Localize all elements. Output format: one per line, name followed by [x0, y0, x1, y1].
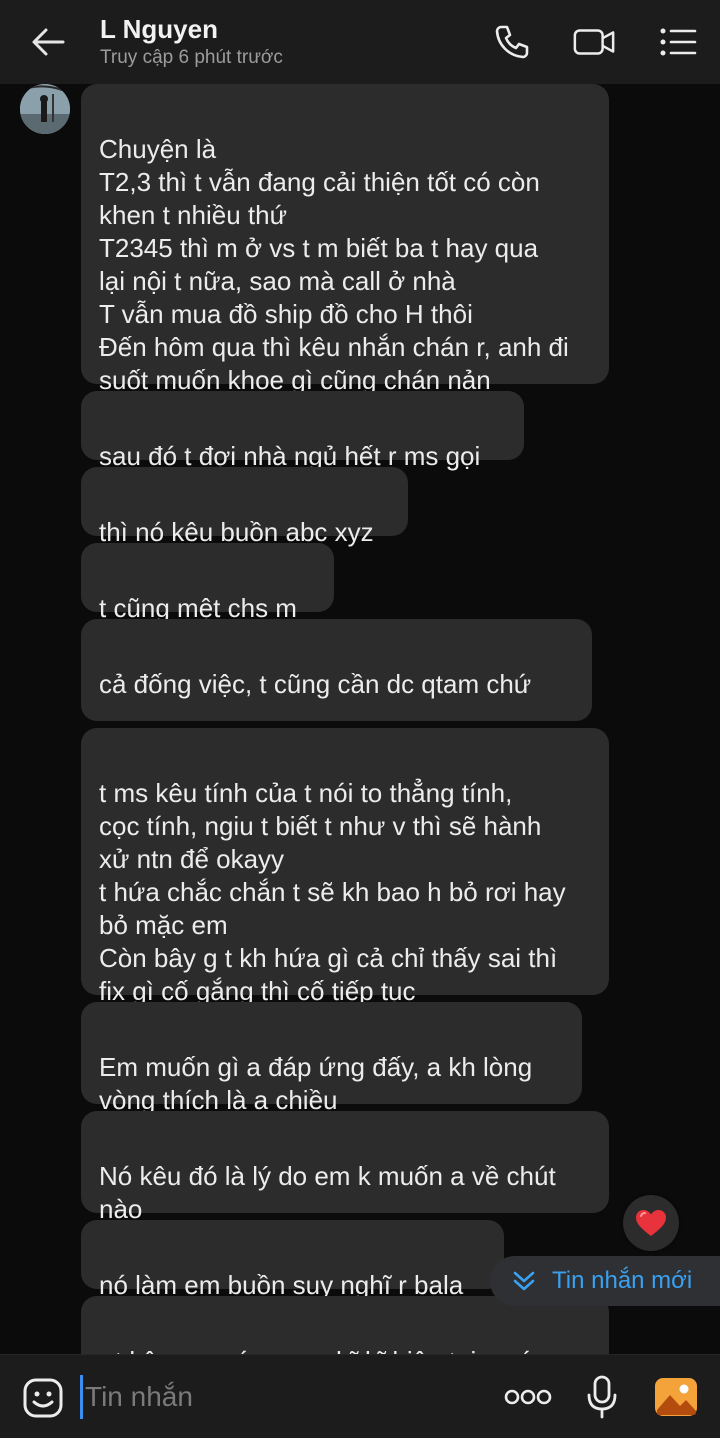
- contact-info[interactable]: L Nguyen Truy cập 6 phút trước: [100, 14, 283, 71]
- video-call-button[interactable]: [572, 20, 616, 64]
- message-bubble[interactable]: Em muốn gì a đáp ứng đấy, a kh lòng vòng…: [81, 1002, 582, 1115]
- message-bubble[interactable]: t cũng mệt chs m: [81, 543, 334, 623]
- message-bubble[interactable]: t ms kêu tính của t nói to thẳng tính, c…: [81, 728, 609, 1006]
- message-bubble[interactable]: nó làm em buồn suy nghĩ r bala: [81, 1220, 504, 1300]
- arrow-left-icon: [32, 28, 65, 56]
- contact-name[interactable]: L Nguyen: [100, 14, 283, 44]
- back-button[interactable]: [26, 22, 70, 62]
- message-bubble[interactable]: sau đó t đợi nhà ngủ hết r ms gọi: [81, 391, 524, 471]
- voice-message-button[interactable]: [582, 1373, 622, 1421]
- message-bubble[interactable]: Nó kêu đó là lý do em k muốn a về chút n…: [81, 1111, 609, 1224]
- message-text: t ms kêu tính của t nói to thẳng tính, c…: [99, 778, 566, 1006]
- list-menu-icon: [660, 28, 697, 56]
- message-bubble[interactable]: cả đống việc, t cũng cần dc qtam chứ: [81, 619, 592, 721]
- reaction-badge[interactable]: [623, 1195, 679, 1251]
- avatar-photo-icon: [20, 84, 70, 134]
- message-input[interactable]: [80, 1375, 480, 1419]
- sticker-smiley-icon: [23, 1378, 63, 1418]
- details-menu-button[interactable]: [656, 20, 700, 64]
- chat-header: L Nguyen Truy cập 6 phút trước: [0, 0, 720, 84]
- more-dots-icon: [504, 1389, 552, 1405]
- image-gallery-icon: [655, 1378, 697, 1416]
- message-text: Em muốn gì a đáp ứng đấy, a kh lòng vòng…: [99, 1052, 533, 1115]
- avatar[interactable]: [20, 84, 70, 134]
- message-text: Nó kêu đó là lý do em k muốn a về chút n…: [99, 1161, 556, 1224]
- message-text: cả đống việc, t cũng cần dc qtam chứ: [99, 669, 532, 699]
- message-bubble[interactable]: Chuyện là T2,3 thì t vẫn đang cải thiện …: [81, 84, 609, 395]
- message-composer: [0, 1354, 720, 1438]
- sticker-button[interactable]: [20, 1375, 66, 1421]
- new-messages-label: Tin nhắn mới: [552, 1267, 693, 1294]
- double-chevron-down-icon: [512, 1270, 552, 1292]
- voice-call-button[interactable]: [490, 20, 534, 64]
- more-options-button[interactable]: [502, 1379, 554, 1415]
- message-text: r t kêu em cứ suy nghĩ kĩ hiện tại a có …: [99, 1346, 533, 1354]
- phone-icon: [495, 25, 529, 59]
- video-camera-icon: [573, 29, 615, 55]
- last-seen-status: Truy cập 6 phút trước: [100, 47, 283, 68]
- message-text: Chuyện là T2,3 thì t vẫn đang cải thiện …: [99, 134, 569, 395]
- new-messages-button[interactable]: Tin nhắn mới: [490, 1256, 720, 1306]
- gallery-button[interactable]: [652, 1375, 700, 1419]
- message-list[interactable]: Chuyện là T2,3 thì t vẫn đang cải thiện …: [0, 84, 720, 1354]
- message-bubble[interactable]: thì nó kêu buồn abc xyz: [81, 467, 408, 547]
- microphone-icon: [587, 1375, 617, 1419]
- heart-icon: [636, 1210, 666, 1236]
